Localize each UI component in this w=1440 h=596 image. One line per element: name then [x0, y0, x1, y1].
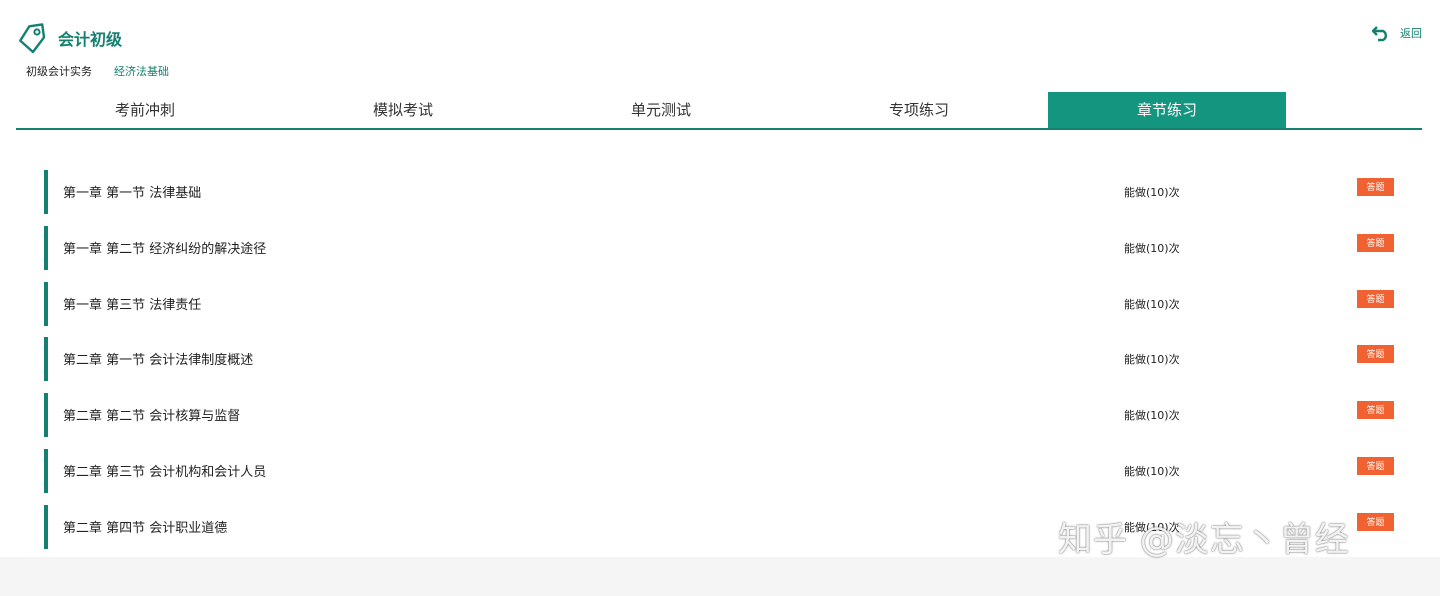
chapter-title: 第一章 第三节 法律责任	[63, 297, 202, 313]
answer-button[interactable]: 答题	[1357, 345, 1394, 364]
answer-button[interactable]: 答题	[1357, 456, 1394, 475]
attempts-remaining: 能做(10)次	[1124, 186, 1180, 199]
chapter-title: 第二章 第二节 会计核算与监督	[63, 409, 241, 425]
tab-special-practice[interactable]: 专项练习	[790, 92, 1048, 128]
answer-button[interactable]: 答题	[1357, 178, 1394, 196]
answer-button[interactable]: 答题	[1357, 233, 1394, 252]
app-header: 会计初级	[16, 22, 122, 54]
list-item: 第一章 第三节 法律责任 能做(10)次 答题	[44, 281, 1396, 326]
tab-sprint[interactable]: 考前冲刺	[16, 92, 274, 128]
chapter-list: 第一章 第一节 法律基础 能做(10)次 答题 第一章 第二节 经济纠纷的解决途…	[44, 170, 1396, 561]
subject-tab-law[interactable]: 经济法基础	[114, 63, 169, 79]
tab-chapter-practice[interactable]: 章节练习	[1048, 92, 1286, 128]
chapter-title: 第二章 第三节 会计机构和会计人员	[63, 464, 267, 480]
chapter-title: 第一章 第二节 经济纠纷的解决途径	[63, 241, 267, 257]
answer-button[interactable]: 答题	[1357, 289, 1394, 308]
attempts-remaining: 能做(10)次	[1124, 409, 1180, 423]
page-title: 会计初级	[58, 30, 123, 49]
attempts-remaining: 能做(10)次	[1124, 353, 1180, 367]
tab-mock-exam[interactable]: 模拟考试	[274, 92, 532, 128]
tab-unit-test[interactable]: 单元测试	[532, 92, 790, 128]
subject-switcher: 初级会计实务 经济法基础	[26, 63, 169, 79]
page-footer	[0, 557, 1440, 596]
attempts-remaining: 能做(10)次	[1124, 241, 1180, 255]
list-item: 第二章 第一节 会计法律制度概述 能做(10)次 答题	[44, 337, 1396, 382]
list-item: 第二章 第三节 会计机构和会计人员 能做(10)次 答题	[44, 448, 1396, 493]
undo-arrow-icon	[1371, 24, 1390, 42]
chapter-title: 第一章 第一节 法律基础	[63, 186, 202, 201]
list-item: 第二章 第二节 会计核算与监督 能做(10)次 答题	[44, 393, 1396, 438]
chapter-title: 第二章 第一节 会计法律制度概述	[63, 353, 254, 369]
chapter-title: 第二章 第四节 会计职业道德	[63, 520, 228, 536]
back-label: 返回	[1400, 27, 1422, 40]
attempts-remaining: 能做(10)次	[1124, 297, 1180, 311]
answer-button[interactable]: 答题	[1357, 512, 1394, 531]
subject-tab-practice[interactable]: 初级会计实务	[26, 63, 92, 79]
attempts-remaining: 能做(10)次	[1124, 464, 1180, 478]
answer-button[interactable]: 答题	[1357, 401, 1394, 420]
list-item: 第一章 第二节 经济纠纷的解决途径 能做(10)次 答题	[44, 225, 1396, 270]
list-item: 第一章 第一节 法律基础 能做(10)次 答题	[44, 170, 1396, 214]
tag-icon	[16, 22, 48, 54]
watermark: 知乎 @淡忘丶曾经	[1058, 520, 1350, 560]
back-button[interactable]: 返回	[1371, 24, 1422, 42]
tab-bar: 考前冲刺 模拟考试 单元测试 专项练习 章节练习	[16, 92, 1422, 130]
